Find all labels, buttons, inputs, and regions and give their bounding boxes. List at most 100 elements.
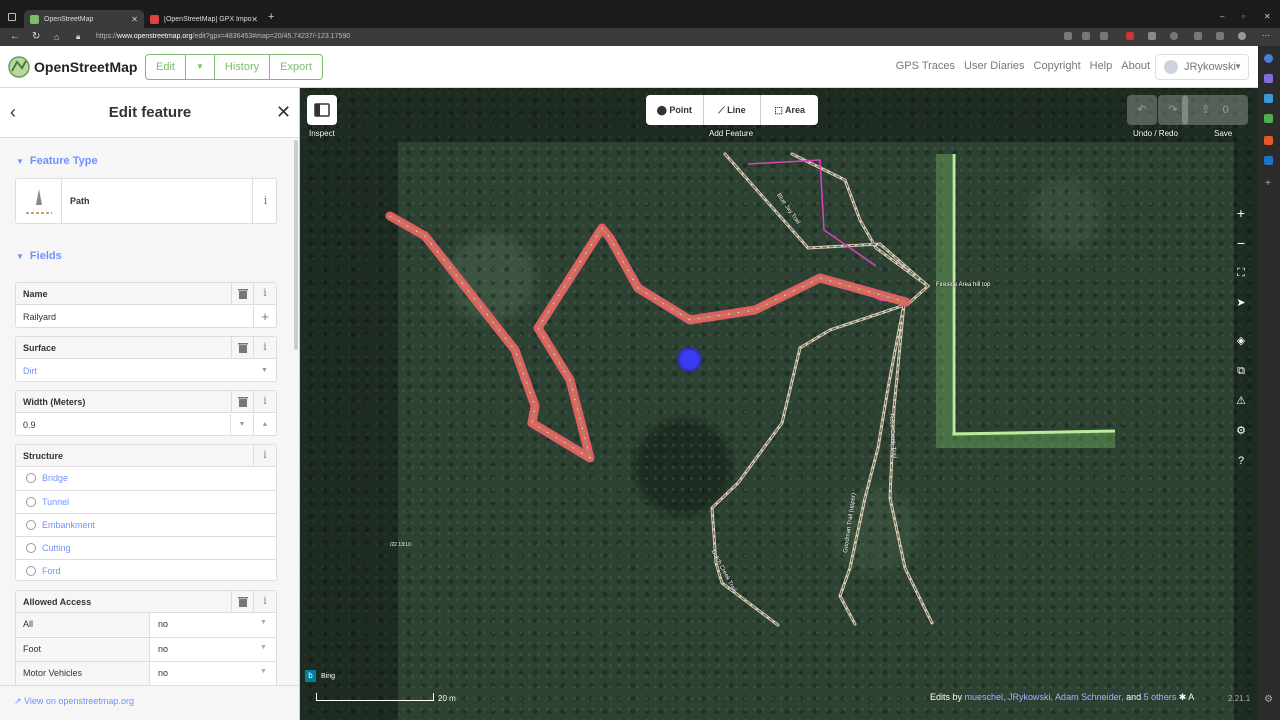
edit-button[interactable]: Edit [146, 55, 186, 79]
search-icon[interactable] [1264, 54, 1273, 63]
close-window-icon[interactable]: ✕ [1264, 12, 1271, 21]
chevron-down-icon[interactable]: ▼ [260, 619, 267, 626]
favorites-icon[interactable] [1194, 32, 1202, 40]
more-menu-icon[interactable]: ⋯ [1262, 32, 1270, 40]
export-button[interactable]: Export [270, 55, 322, 79]
preferences-icon[interactable]: ⚙ [1228, 418, 1254, 444]
url-field[interactable]: https://www.openstreetmap.org/edit?gpx=4… [88, 31, 1253, 43]
office-icon[interactable] [1264, 136, 1273, 145]
close-tab-icon[interactable]: ✕ [131, 15, 138, 24]
new-tab-icon[interactable]: + [268, 12, 274, 23]
zoom-to-selection-icon[interactable]: ⛶ [1228, 260, 1254, 286]
sidebar-scrollbar[interactable] [294, 140, 298, 350]
access-value-combo[interactable]: no [158, 619, 168, 629]
scale-bar[interactable] [316, 693, 434, 701]
edit-users-links[interactable]: mueschel, JRykowski, Adam Schneider, [965, 692, 1124, 702]
brand-name[interactable]: OpenStreetMap [34, 59, 137, 75]
extensions-icon[interactable] [1148, 32, 1156, 40]
info-icon[interactable]: i [253, 391, 276, 413]
extension-icon[interactable] [1100, 32, 1108, 40]
chevron-down-icon[interactable]: ▼ [260, 668, 267, 675]
info-icon[interactable]: i [253, 445, 276, 467]
structure-option-tunnel[interactable]: Tunnel [16, 490, 276, 513]
zoom-out-icon[interactable]: − [1228, 230, 1254, 256]
browser-tab-osm[interactable]: OpenStreetMap ✕ [24, 10, 144, 28]
refresh-icon[interactable]: ↻ [32, 31, 40, 43]
browser-tab-gpx[interactable]: [OpenStreetMap] GPX Import su... ✕ [144, 10, 264, 28]
add-line-button[interactable]: ⟋ Line [704, 95, 762, 125]
profile-icon[interactable] [1238, 32, 1246, 40]
save-button[interactable]: ⇪ 0 [1182, 95, 1248, 125]
access-value-combo[interactable]: no [158, 668, 168, 678]
selected-path-halo[interactable] [385, 211, 911, 463]
fields-section-toggle[interactable]: ▼ Fields [16, 250, 62, 262]
selected-path[interactable] [389, 214, 907, 460]
tab-actions-icon[interactable] [8, 13, 16, 21]
translate-icon[interactable]: A [1188, 692, 1194, 702]
preset-selector[interactable]: Path i [15, 178, 277, 224]
edits-others-link[interactable]: 5 others [1144, 692, 1177, 702]
read-aloud-icon[interactable] [1064, 32, 1072, 40]
info-icon[interactable]: i [252, 179, 278, 223]
area-outline[interactable] [952, 154, 1116, 436]
trash-icon[interactable] [231, 337, 253, 359]
imagery-attribution[interactable]: b Bing [305, 670, 335, 682]
width-input[interactable]: 0.9 [23, 420, 36, 430]
info-icon[interactable]: i [253, 591, 276, 613]
undo-button[interactable]: ↶ [1127, 95, 1157, 125]
recording-extension-icon[interactable] [1126, 32, 1134, 40]
info-icon[interactable]: i [253, 283, 276, 305]
map-canvas[interactable]: Blue Jay Trail Fireside Area hill top Du… [300, 88, 1258, 720]
copyright-link[interactable]: Copyright [1034, 60, 1081, 72]
sync-icon[interactable] [1170, 32, 1178, 40]
map-data-icon[interactable]: ⧉ [1228, 358, 1254, 384]
outlook-icon[interactable] [1264, 156, 1273, 165]
sidebar-app-icon[interactable] [1264, 74, 1273, 83]
add-point-button[interactable]: ⬤ Point [646, 95, 704, 125]
issues-warning-icon[interactable]: ⚠ [1228, 388, 1254, 414]
collections-icon[interactable] [1216, 32, 1224, 40]
structure-option-cutting[interactable]: Cutting [16, 536, 276, 559]
chevron-down-icon[interactable]: ▼ [260, 644, 267, 651]
bug-report-icon[interactable]: ✱ [1179, 692, 1187, 702]
help-icon[interactable]: ? [1228, 448, 1254, 474]
home-icon[interactable]: ⌂ [54, 31, 59, 43]
close-icon[interactable]: ✕ [276, 102, 291, 123]
background-layers-icon[interactable]: ◈ [1228, 328, 1254, 354]
close-tab-icon[interactable]: ✕ [251, 15, 258, 24]
access-value-combo[interactable]: no [158, 644, 168, 654]
trash-icon[interactable] [231, 591, 253, 613]
structure-option-ford[interactable]: Ford [16, 559, 276, 582]
about-link[interactable]: About [1121, 60, 1150, 72]
chevron-down-icon[interactable]: ▼ [253, 360, 276, 382]
settings-gear-icon[interactable]: ⚙ [1264, 694, 1273, 705]
zoom-in-icon[interactable]: + [1228, 200, 1254, 226]
maximize-icon[interactable]: ▫ [1242, 12, 1245, 21]
structure-option-bridge[interactable]: Bridge [16, 467, 276, 490]
area-polygon[interactable] [936, 154, 1115, 448]
user-diaries-link[interactable]: User Diaries [964, 60, 1025, 72]
inspect-button[interactable] [307, 95, 337, 125]
decrement-chevron-down-icon[interactable]: ▼ [230, 414, 253, 436]
trash-icon[interactable] [231, 283, 253, 305]
add-localized-name-icon[interactable]: + [253, 306, 276, 328]
add-sidebar-app-icon[interactable]: + [1265, 178, 1271, 189]
add-area-button[interactable]: ⬚ Area [761, 95, 818, 125]
view-on-osm-link[interactable]: ↗ View on openstreetmap.org [14, 696, 134, 707]
structure-option-embankment[interactable]: Embankment [16, 513, 276, 536]
edit-dropdown-chevron-icon[interactable]: ▼ [186, 55, 215, 79]
back-icon[interactable]: ← [10, 31, 20, 43]
osm-logo-icon[interactable] [8, 56, 30, 78]
sidebar-app-icon[interactable] [1264, 114, 1273, 123]
feature-type-section-toggle[interactable]: ▼ Feature Type [16, 155, 98, 167]
increment-chevron-up-icon[interactable]: ▲ [253, 414, 276, 436]
surface-combo[interactable]: Dirt [23, 366, 37, 376]
zoom-icon[interactable] [1082, 32, 1090, 40]
gps-traces-link[interactable]: GPS Traces [896, 60, 955, 72]
help-link[interactable]: Help [1090, 60, 1113, 72]
geolocate-icon[interactable]: ➤ [1228, 290, 1254, 316]
info-icon[interactable]: i [253, 337, 276, 359]
minimize-icon[interactable]: – [1220, 12, 1224, 21]
name-input[interactable]: Railyard [23, 312, 56, 322]
sidebar-app-icon[interactable] [1264, 94, 1273, 103]
